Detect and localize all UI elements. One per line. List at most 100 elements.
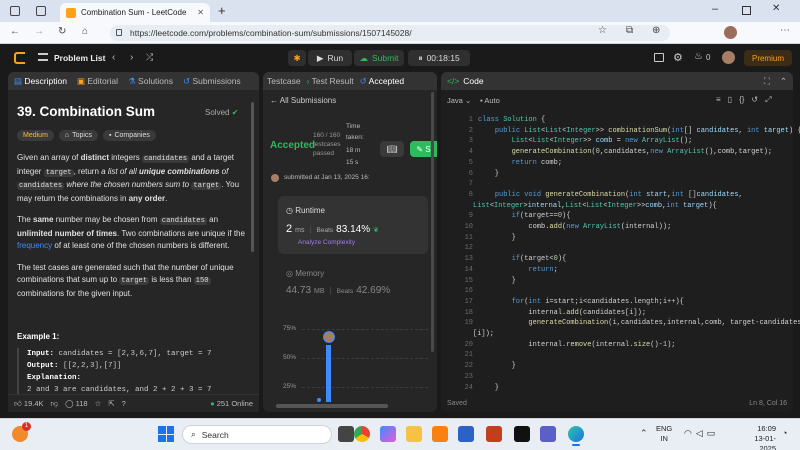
comments-button[interactable]: ◯ 118	[65, 399, 87, 408]
profile-avatar[interactable]	[724, 26, 737, 39]
tab-solutions[interactable]: ⚗ Solutions	[128, 76, 173, 87]
layout-icon[interactable]	[654, 53, 664, 62]
analyze-complexity-link[interactable]: Analyze Complexity	[298, 239, 355, 246]
fullscreen-icon[interactable]: ⤢	[765, 95, 771, 105]
code-editor[interactable]: 1 class Solution { 2 public List<List<Int…	[447, 112, 800, 392]
description-footer: 👍︎ 19.4K 👎︎ ◯ 118 ☆ ⇱ ? ● 251 Online	[8, 394, 259, 412]
companies-tag[interactable]: ▪ Companies	[102, 130, 156, 141]
notes-button[interactable]: 📖︎	[380, 141, 404, 157]
workspaces-icon[interactable]	[36, 6, 46, 16]
tray-icons[interactable]: ◠ ◁ ▭	[684, 428, 715, 439]
close-window-icon[interactable]: ✕	[772, 3, 780, 14]
difficulty-badge[interactable]: Medium	[17, 130, 54, 141]
user-avatar[interactable]	[722, 51, 735, 64]
window-menu-icon[interactable]	[10, 6, 20, 16]
file-explorer-icon[interactable]	[406, 426, 422, 442]
bookmark-icon[interactable]: ☆	[95, 399, 102, 408]
comment-icon: ◯	[65, 399, 76, 408]
autocomplete-toggle[interactable]: ▪ Auto	[480, 96, 500, 105]
settings-gear-icon[interactable]: ⚙	[673, 51, 683, 64]
url-field[interactable]: https://leetcode.com/problems/combinatio…	[110, 25, 670, 41]
collapse-icon[interactable]: ⌃	[780, 76, 787, 87]
copilot-icon[interactable]	[380, 426, 396, 442]
capcut-icon[interactable]	[514, 426, 530, 442]
submit-button[interactable]: ☁ Submit	[354, 50, 404, 66]
chrome-icon[interactable]	[354, 426, 370, 442]
active-app-indicator	[572, 444, 580, 446]
topics-tag[interactable]: ⌂ Topics	[58, 130, 98, 141]
memory-beats: 42.69%	[356, 285, 391, 296]
streak-fire-icon[interactable]: ♨	[694, 51, 703, 62]
runtime-label: Runtime	[295, 206, 325, 215]
new-tab-icon[interactable]: +	[218, 3, 226, 18]
minimize-icon[interactable]: –	[712, 3, 718, 15]
taskview-icon[interactable]	[338, 426, 354, 442]
edge-icon[interactable]	[568, 426, 584, 442]
browser-tab[interactable]: Combination Sum - LeetCode ✕	[60, 3, 210, 22]
share-icon[interactable]: ⇱	[108, 399, 114, 408]
ytick-50: 50%	[283, 354, 297, 361]
thumbs-up-icon: 👍︎	[14, 398, 24, 408]
frequency-link[interactable]: frequency	[17, 241, 52, 250]
tab-testcase[interactable]: Testcase	[267, 76, 301, 86]
tab-description[interactable]: ▤ Description	[14, 76, 67, 87]
timer[interactable]: ⏸ 00:18:15	[408, 50, 470, 66]
tab-accepted[interactable]: ↺ Accepted	[360, 76, 404, 87]
moodle-icon[interactable]	[432, 426, 448, 442]
expand-icon[interactable]: ⛶	[764, 76, 770, 87]
cursor-position: Ln 8, Col 16	[749, 399, 787, 407]
problem-list-link[interactable]: Problem List	[54, 53, 105, 63]
teams-icon[interactable]	[540, 426, 556, 442]
description-scrollbar[interactable]	[251, 102, 254, 252]
shuffle-icon[interactable]: ⤮	[146, 52, 153, 63]
tab-editorial[interactable]: ▣ Editorial	[77, 76, 118, 87]
collections-icon[interactable]: ⊕	[652, 25, 660, 36]
lock-icon[interactable]	[116, 29, 122, 36]
leetcode-logo[interactable]	[14, 52, 25, 64]
language-select[interactable]: Java ⌄	[447, 96, 471, 105]
premium-button[interactable]: Premium	[744, 50, 792, 66]
solutions-icon: ⚗	[128, 75, 139, 86]
debug-button[interactable]: ✱	[288, 50, 306, 66]
home-icon[interactable]: ⌂	[82, 26, 88, 37]
search-icon: ⌕	[191, 429, 196, 439]
runtime-separator: |	[309, 225, 312, 234]
distribution-bar-small[interactable]	[317, 398, 321, 402]
start-button[interactable]	[158, 426, 174, 442]
prev-problem-icon[interactable]: ‹	[112, 52, 115, 63]
distribution-bar[interactable]	[326, 345, 331, 402]
tray-chevron-icon[interactable]: ⌃	[640, 428, 648, 439]
extensions-icon[interactable]: ⧉	[626, 25, 633, 36]
all-submissions-link[interactable]: ← All Submissions	[270, 96, 336, 105]
like-button[interactable]: 👍︎ 19.4K	[14, 399, 44, 409]
tab-test-result[interactable]: › Test Result	[307, 76, 354, 86]
dislike-icon[interactable]: 👎︎	[51, 399, 59, 409]
tab-submissions[interactable]: ↺ Submissions	[183, 76, 241, 87]
more-menu-icon[interactable]: ⋯	[780, 25, 790, 36]
vertical-scrollbar[interactable]	[431, 92, 434, 352]
help-icon[interactable]: ?	[122, 399, 126, 408]
submissions-icon: ↺	[183, 75, 193, 86]
notifications-icon[interactable]: ◔	[782, 428, 787, 438]
photos-icon[interactable]	[458, 426, 474, 442]
next-problem-icon[interactable]: ›	[130, 52, 133, 63]
back-icon[interactable]: ←	[10, 26, 20, 37]
braces-icon[interactable]: {}	[739, 95, 744, 105]
run-button[interactable]: ▶ Run	[308, 50, 352, 66]
favorite-star-icon[interactable]: ☆	[598, 25, 607, 36]
problem-list-icon[interactable]	[38, 53, 48, 61]
reset-icon[interactable]: ↺	[751, 95, 758, 105]
ytick-75: 75%	[283, 325, 297, 332]
clock[interactable]: 16:09 13-01-2025	[738, 424, 776, 450]
description-icon: ▤	[14, 75, 25, 86]
gridline-75	[302, 329, 428, 330]
bookmark-icon[interactable]: ▯	[728, 95, 732, 105]
close-tab-icon[interactable]: ✕	[197, 8, 204, 17]
office-icon[interactable]	[486, 426, 502, 442]
format-icon[interactable]: ≡	[716, 95, 721, 105]
refresh-icon[interactable]: ↻	[58, 26, 66, 37]
taskbar-search[interactable]: ⌕ Search	[182, 425, 332, 444]
language-indicator[interactable]: ENG IN	[656, 424, 672, 444]
maximize-icon[interactable]	[742, 6, 751, 15]
horizontal-scrollbar[interactable]	[276, 404, 388, 408]
